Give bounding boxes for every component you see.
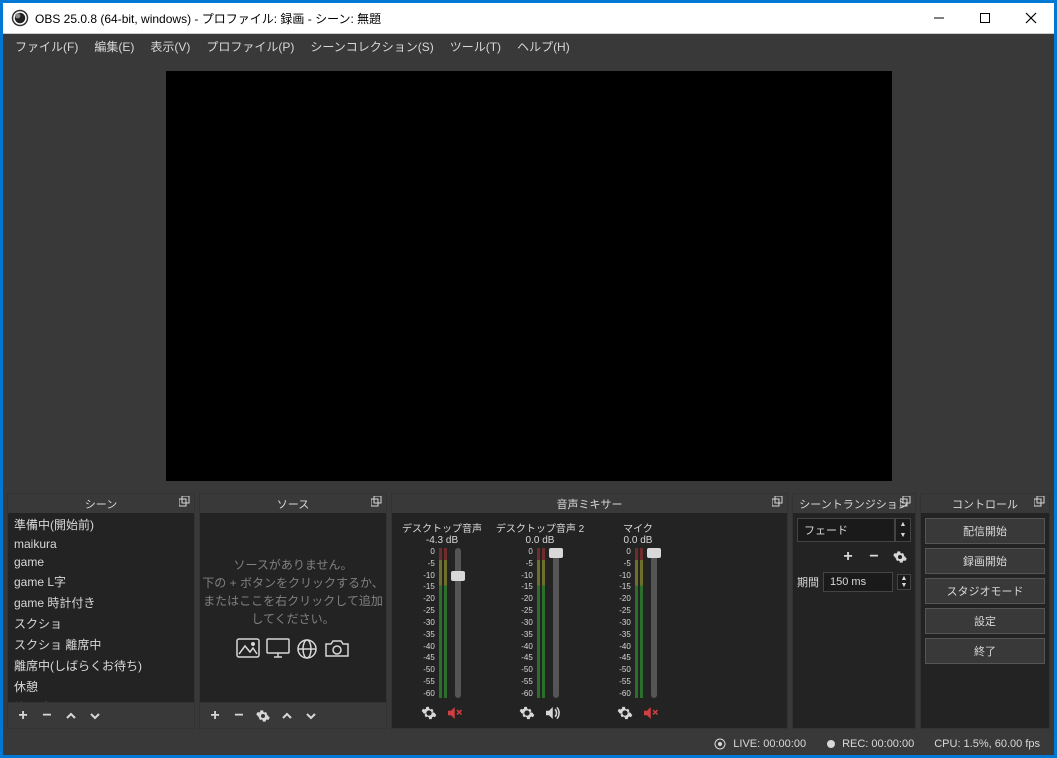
mixer-channel: マイク 0.0 dB 0-5-10-15-20-25-30-35-40-45-5… <box>598 520 678 727</box>
window-title: OBS 25.0.8 (64-bit, windows) - プロファイル: 録… <box>35 10 916 27</box>
mixer-channel-name: マイク <box>623 520 653 535</box>
broadcast-icon <box>713 737 727 751</box>
cpu-status: CPU: 1.5%, 60.00 fps <box>934 738 1040 750</box>
control-button[interactable]: 録画開始 <box>925 548 1045 574</box>
scene-item[interactable]: 休憩 <box>8 676 194 697</box>
mixer-db-value: 0.0 dB <box>526 535 555 546</box>
mixer-ticks: 0-5-10-15-20-25-30-35-40-45-50-55-60 <box>521 548 533 698</box>
menu-item[interactable]: ヘルプ(H) <box>509 35 578 58</box>
transitions-panel: シーントランジション フェード ▲▼ + − 期間 150 m <box>792 493 916 729</box>
scene-item[interactable]: maikura <box>8 535 194 553</box>
status-bar: LIVE: 00:00:00 REC: 00:00:00 CPU: 1.5%, … <box>3 733 1054 755</box>
camera-icon <box>324 638 350 658</box>
popout-icon[interactable] <box>179 496 190 510</box>
globe-icon <box>296 638 318 660</box>
live-status: LIVE: 00:00:00 <box>713 737 806 751</box>
menu-item[interactable]: ファイル(F) <box>7 35 86 58</box>
scene-down-button[interactable] <box>84 705 106 727</box>
source-settings-button[interactable] <box>252 705 274 727</box>
mixer-gear-button[interactable] <box>421 705 437 726</box>
transition-settings-button[interactable] <box>889 546 911 568</box>
sources-panel: ソース ソースがありません。 下の + ボタンをクリックするか、 またはここを右… <box>199 493 387 729</box>
scene-item[interactable]: 離席中(しばらくお待ち) <box>8 655 194 676</box>
transition-select[interactable]: フェード ▲▼ <box>797 518 911 542</box>
close-button[interactable] <box>1008 3 1054 33</box>
scene-item[interactable]: game 時計付き <box>8 592 194 613</box>
duration-input[interactable]: 150 ms <box>823 572 893 592</box>
scene-item[interactable]: game L字 <box>8 571 194 592</box>
mixer-mute-button[interactable] <box>445 704 463 727</box>
transitions-title: シーントランジション <box>799 496 908 512</box>
scene-up-button[interactable] <box>60 705 82 727</box>
mixer-db-value: -4.3 dB <box>426 535 458 546</box>
mixer-ticks: 0-5-10-15-20-25-30-35-40-45-50-55-60 <box>619 548 631 698</box>
image-icon <box>236 638 260 658</box>
sources-empty-message: ソースがありません。 下の + ボタンをクリックするか、 またはここを右クリック… <box>200 514 386 702</box>
scene-list[interactable]: 準備中(開始前)maikuragamegame L字game 時計付きスクショス… <box>8 514 194 702</box>
mixer-gear-button[interactable] <box>519 705 535 726</box>
mixer-title: 音声ミキサー <box>557 496 623 512</box>
sources-title: ソース <box>277 496 309 512</box>
mixer-slider[interactable] <box>553 548 559 698</box>
popout-icon[interactable] <box>772 496 783 510</box>
mixer-mute-button[interactable] <box>543 704 561 727</box>
menu-item[interactable]: シーンコレクション(S) <box>302 35 441 58</box>
mixer-channel-name: デスクトップ音声 <box>402 520 482 535</box>
control-button[interactable]: 終了 <box>925 638 1045 664</box>
display-icon <box>266 638 290 658</box>
menu-item[interactable]: プロファイル(P) <box>198 35 302 58</box>
menu-item[interactable]: 編集(E) <box>86 35 142 58</box>
scene-item[interactable]: スクショ 離席中 <box>8 634 194 655</box>
preview-area <box>3 58 1054 493</box>
scenes-panel: シーン 準備中(開始前)maikuragamegame L字game 時計付きス… <box>7 493 195 729</box>
popout-icon[interactable] <box>900 496 911 510</box>
source-down-button[interactable] <box>300 705 322 727</box>
minimize-button[interactable] <box>916 3 962 33</box>
menu-item[interactable]: ツール(T) <box>442 35 509 58</box>
rec-status: REC: 00:00:00 <box>826 738 914 750</box>
popout-icon[interactable] <box>371 496 382 510</box>
obs-icon <box>11 9 29 27</box>
scene-item[interactable]: game <box>8 553 194 571</box>
mixer-mute-button[interactable] <box>641 704 659 727</box>
mixer-channel-name: デスクトップ音声 2 <box>496 520 584 535</box>
scenes-title: シーン <box>85 496 117 512</box>
popout-icon[interactable] <box>1034 496 1045 510</box>
controls-panel: コントロール 配信開始録画開始スタジオモード設定終了 <box>920 493 1050 729</box>
record-icon <box>826 739 836 749</box>
control-button[interactable]: 配信開始 <box>925 518 1045 544</box>
menu-item[interactable]: 表示(V) <box>142 35 198 58</box>
mixer-ticks: 0-5-10-15-20-25-30-35-40-45-50-55-60 <box>423 548 435 698</box>
mixer-slider[interactable] <box>651 548 657 698</box>
mixer-db-value: 0.0 dB <box>624 535 653 546</box>
scene-item[interactable]: 準備中(開始前) <box>8 514 194 535</box>
control-button[interactable]: 設定 <box>925 608 1045 634</box>
remove-source-button[interactable]: − <box>228 705 250 727</box>
mixer-gear-button[interactable] <box>617 705 633 726</box>
title-bar: OBS 25.0.8 (64-bit, windows) - プロファイル: 録… <box>3 3 1054 33</box>
remove-scene-button[interactable]: − <box>36 705 58 727</box>
maximize-button[interactable] <box>962 3 1008 33</box>
mixer-panel: 音声ミキサー デスクトップ音声 -4.3 dB 0-5-10-15-20-25-… <box>391 493 788 729</box>
duration-label: 期間 <box>797 574 819 590</box>
controls-title: コントロール <box>952 496 1018 512</box>
preview-canvas[interactable] <box>166 71 892 481</box>
add-transition-button[interactable]: + <box>837 546 859 568</box>
add-scene-button[interactable]: + <box>12 705 34 727</box>
scene-item[interactable]: スクショ <box>8 613 194 634</box>
add-source-button[interactable]: + <box>204 705 226 727</box>
mixer-channel: デスクトップ音声 -4.3 dB 0-5-10-15-20-25-30-35-4… <box>402 520 482 727</box>
remove-transition-button[interactable]: − <box>863 546 885 568</box>
control-button[interactable]: スタジオモード <box>925 578 1045 604</box>
source-up-button[interactable] <box>276 705 298 727</box>
mixer-channel: デスクトップ音声 2 0.0 dB 0-5-10-15-20-25-30-35-… <box>500 520 580 727</box>
menubar: ファイル(F)編集(E)表示(V)プロファイル(P)シーンコレクション(S)ツー… <box>3 34 1054 58</box>
mixer-slider[interactable] <box>455 548 461 698</box>
